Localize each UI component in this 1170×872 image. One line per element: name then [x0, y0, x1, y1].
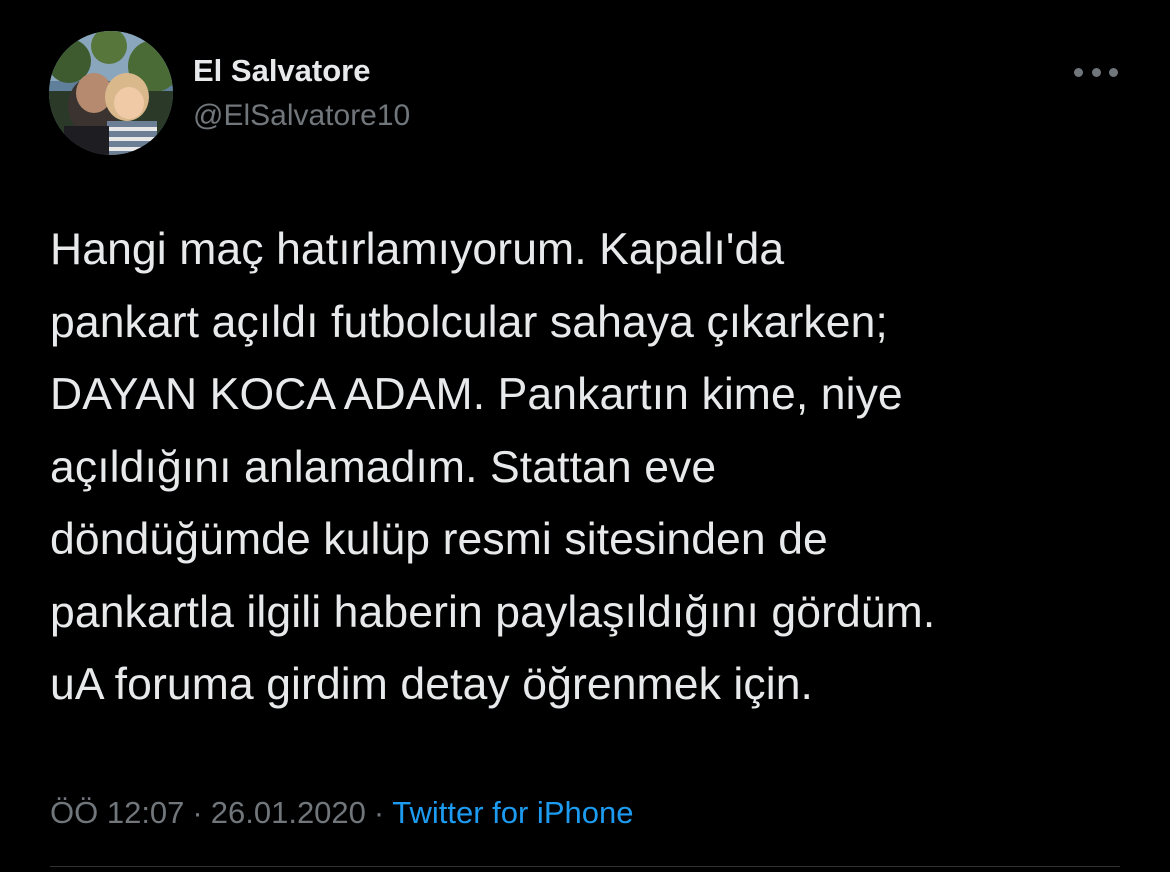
- tweet-text-line: açıldığını anlamadım. Stattan eve: [50, 442, 717, 492]
- user-handle[interactable]: @ElSalvatore10: [193, 98, 410, 134]
- avatar[interactable]: [49, 31, 173, 155]
- tweet-text-line: Hangi maç hatırlamıyorum. Kapalı'da: [50, 225, 785, 274]
- tweet-text-line: DAYAN KOCA ADAM. Pankartın kime, niye: [50, 370, 903, 419]
- more-horizontal-icon-dot: [1091, 67, 1101, 77]
- tweet-text-line: pankart açıldı futbolcular sahaya çıkark…: [50, 297, 888, 347]
- more-options-button[interactable]: [1074, 60, 1118, 84]
- meta-separator: ·: [373, 795, 385, 830]
- tweet-source-link[interactable]: Twitter for iPhone: [392, 795, 633, 830]
- author-block: El Salvatore @ElSalvatore10: [193, 52, 410, 134]
- tweet-meta: ÖÖ 12:07 · 26.01.2020 · Twitter for iPhone: [50, 793, 633, 833]
- tweet-date[interactable]: 26.01.2020: [211, 795, 366, 830]
- tweet-text: Hangi maç hatırlamıyorum. Kapalı'da pank…: [50, 214, 1140, 722]
- more-horizontal-icon-dot: [1074, 67, 1083, 77]
- tweet-text-line: uA foruma girdim detay öğrenmek için.: [50, 660, 814, 709]
- meta-separator: ·: [192, 795, 203, 830]
- display-name[interactable]: El Salvatore: [193, 52, 410, 90]
- tweet-time[interactable]: ÖÖ 12:07: [50, 795, 184, 830]
- divider: [50, 866, 1120, 867]
- avatar-photo: [49, 31, 173, 155]
- tweet: El Salvatore @ElSalvatore10 Hangi maç ha…: [0, 0, 1170, 872]
- tweet-text-line: pankartla ilgili haberin paylaşıldığını …: [50, 587, 936, 637]
- tweet-text-line: döndüğümde kulüp resmi sitesinden de: [50, 515, 828, 564]
- more-horizontal-icon-dot: [1109, 67, 1118, 77]
